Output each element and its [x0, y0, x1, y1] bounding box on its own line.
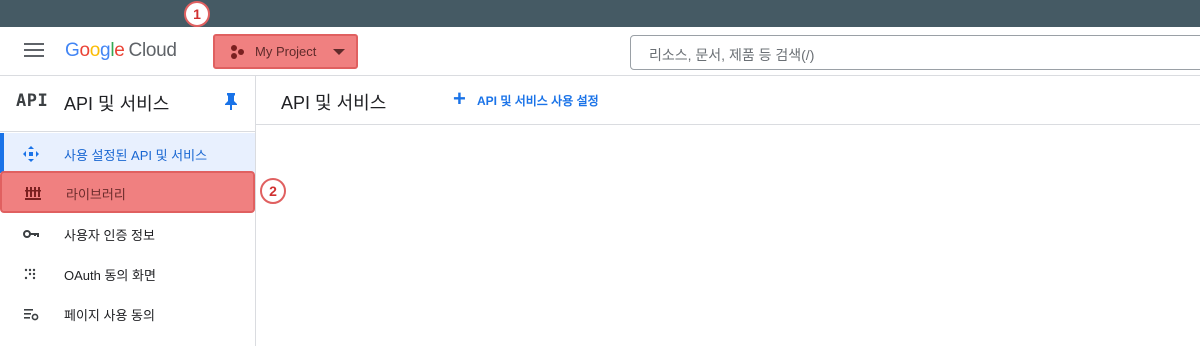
search-placeholder: 리소스, 문서, 제품 등 검색(/) [649, 47, 815, 63]
api-icon: API [16, 91, 49, 111]
sidebar-item-page-usage[interactable]: 페이지 사용 동의 [0, 293, 255, 333]
sidebar-item-label: 페이지 사용 동의 [64, 308, 155, 323]
plus-icon: + [453, 86, 466, 111]
pin-icon[interactable] [224, 92, 238, 110]
library-icon [24, 184, 42, 200]
sidebar-item-oauth-consent[interactable]: OAuth 동의 화면 [0, 253, 255, 293]
sidebar-item-label: 사용 설정된 API 및 서비스 [64, 148, 208, 163]
project-icon [231, 45, 245, 59]
enable-apis-label: API 및 서비스 사용 설정 [477, 94, 599, 108]
sidebar-item-credentials[interactable]: 사용자 인증 정보 [0, 213, 255, 253]
diamond-nodes-icon [22, 145, 40, 162]
step-badge-1: 1 [184, 1, 210, 27]
sidebar-item-enabled-apis[interactable]: 사용 설정된 API 및 서비스 [0, 133, 255, 173]
sidebar-item-label: OAuth 동의 화면 [64, 268, 156, 283]
top-strip [0, 0, 1200, 27]
dots-grid-icon [22, 265, 40, 281]
project-selector-button[interactable]: My Project [213, 34, 358, 69]
google-cloud-logo[interactable]: Google Cloud [65, 40, 177, 62]
top-header: Google Cloud My Project 리소스, 문서, 제품 등 검색(… [0, 27, 1200, 76]
sidebar-item-label: 라이브러리 [66, 187, 126, 202]
main-header: API 및 서비스 + API 및 서비스 사용 설정 [256, 76, 1200, 125]
project-name: My Project [255, 44, 317, 59]
step-badge-2: 2 [260, 178, 286, 204]
sidebar-title: API 및 서비스 [64, 94, 170, 114]
sidebar-item-label: 사용자 인증 정보 [64, 228, 155, 243]
search-input[interactable]: 리소스, 문서, 제품 등 검색(/) [630, 35, 1200, 70]
sidebar-item-library[interactable]: 라이브러리 [0, 171, 255, 213]
page-title: API 및 서비스 [281, 93, 387, 113]
chevron-down-icon [333, 49, 345, 55]
settings-list-icon [22, 305, 40, 321]
menu-icon[interactable] [24, 43, 44, 59]
key-icon [22, 225, 40, 241]
sidebar: API API 및 서비스 사용 설정된 API 및 서비스 라이브러리 사용자… [0, 76, 256, 346]
sidebar-header: API API 및 서비스 [0, 76, 255, 132]
